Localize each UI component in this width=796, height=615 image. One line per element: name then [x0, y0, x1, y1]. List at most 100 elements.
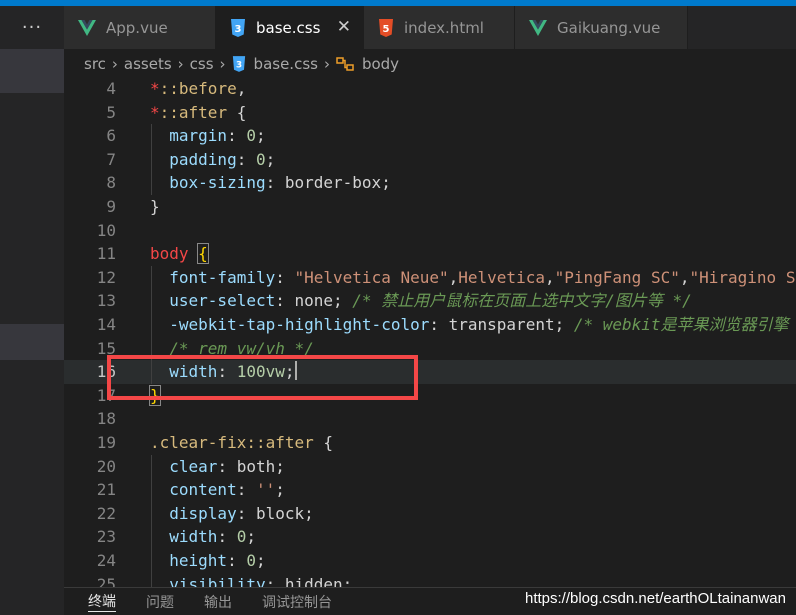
code-token: '' [255, 480, 276, 500]
code-token: : [265, 574, 285, 587]
code-line[interactable]: 19 .clear-fix::after { [64, 431, 796, 455]
code-line[interactable]: 10 [64, 219, 796, 243]
line-number: 23 [96, 527, 116, 547]
activity-bar [0, 6, 64, 615]
code-token: : [227, 126, 247, 146]
code-token: visibility [169, 574, 266, 587]
code-token: ::before [159, 79, 237, 98]
code-text: .clear-fix::after { [150, 431, 333, 455]
line-number: 14 [96, 315, 116, 334]
code-token: ; [275, 480, 285, 500]
code-token: , [448, 267, 459, 287]
line-number: 20 [96, 456, 116, 476]
html-icon: 5 [378, 18, 394, 37]
code-line[interactable]: 17} [64, 384, 796, 408]
editor-tab-bar: ··· App.vue 3 base.css ✕ 5 index.html Ga… [0, 6, 796, 49]
code-editor[interactable]: 4 *::before, 5 *::after {6 margin: 0; 7 padd… [64, 79, 796, 587]
svg-text:3: 3 [236, 61, 242, 71]
vue-icon [529, 19, 547, 36]
panel-tab-output[interactable]: 输出 [204, 592, 232, 612]
code-line[interactable]: 21 content: ''; [64, 478, 796, 502]
code-token: .clear-fix::after [150, 433, 314, 452]
code-text: } [149, 384, 161, 408]
panel-tab-debug-console[interactable]: 调试控制台 [262, 592, 332, 612]
code-line[interactable]: 5 *::after { [64, 101, 796, 125]
code-line[interactable]: 22 display: block; [64, 502, 796, 526]
symbol-class-icon [336, 56, 354, 72]
code-line[interactable]: 15 /* rem vw/vh */ [64, 337, 796, 361]
breadcrumb-item-file[interactable]: base.css [254, 55, 318, 73]
code-token: width [169, 527, 218, 547]
code-line[interactable]: 4 *::before, [64, 79, 796, 101]
tab-base-css[interactable]: 3 base.css ✕ [216, 6, 364, 49]
tab-app-vue[interactable]: App.vue [64, 6, 216, 49]
code-token: : [217, 456, 237, 476]
code-line[interactable]: 14 -webkit-tap-highlight-color: transpar… [64, 313, 796, 337]
code-token: ; [554, 315, 574, 334]
code-text: visibility: hidden; [150, 573, 352, 587]
activity-item-selected[interactable] [0, 49, 64, 93]
code-line[interactable]: 20 clear: both; [64, 455, 796, 479]
code-text: -webkit-tap-highlight-color: transparent… [150, 313, 788, 337]
code-line[interactable]: 7 padding: 0; [64, 148, 796, 172]
code-line[interactable]: 25 visibility: hidden; [64, 573, 796, 587]
code-line[interactable]: 18 [64, 407, 796, 431]
code-token: ; [275, 456, 285, 476]
activity-item-hover[interactable] [0, 324, 64, 360]
more-actions-button[interactable]: ··· [0, 6, 64, 49]
code-token: height [169, 551, 228, 570]
code-line[interactable]: 12 font-family: "Helvetica Neue",Helveti… [64, 266, 796, 290]
text-cursor [294, 361, 297, 381]
code-line[interactable]: 9} [64, 195, 796, 219]
code-token: none [294, 291, 334, 311]
vue-icon [78, 19, 96, 36]
breadcrumb-item-src[interactable]: src [84, 55, 106, 73]
code-line[interactable]: 23 width: 0; [64, 525, 796, 549]
code-token: ; [304, 503, 314, 523]
line-number: 5 [106, 102, 116, 122]
breadcrumb-item-assets[interactable]: assets [124, 55, 172, 73]
line-number: 16 [96, 362, 116, 382]
code-token: "Hiragino Sa [689, 267, 796, 287]
code-text: content: ''; [150, 478, 285, 502]
line-number: 6 [106, 126, 116, 146]
line-number: 18 [96, 409, 116, 429]
code-line[interactable]: 8 box-sizing: border-box; [64, 171, 796, 195]
line-number: 10 [96, 220, 116, 240]
code-text: box-sizing: border-box; [150, 171, 391, 195]
indent-guide [151, 265, 152, 384]
tab-gaikuang-vue[interactable]: Gaikuang.vue [515, 6, 688, 49]
line-number: 9 [106, 197, 116, 216]
chevron-right-icon: › [323, 55, 330, 73]
breadcrumb-item-symbol[interactable]: body [362, 55, 399, 73]
code-line[interactable]: 24 height: 0; [64, 549, 796, 573]
code-token: ; [333, 291, 353, 311]
code-line[interactable]: 6 margin: 0; [64, 124, 796, 148]
code-token: 0 [246, 551, 256, 570]
close-icon[interactable]: ✕ [337, 17, 351, 37]
panel-tab-terminal[interactable]: 终端 [88, 591, 116, 612]
panel-tab-problems[interactable]: 问题 [146, 592, 174, 612]
code-token: ; [246, 527, 256, 547]
line-number: 24 [96, 551, 116, 570]
code-line[interactable]: 13 user-select: none; /* 禁止用户鼠标在页面上选中文字/… [64, 289, 796, 313]
code-token: { [197, 243, 209, 265]
code-text: height: 0; [150, 549, 265, 573]
code-token: font-family [169, 267, 276, 287]
code-token: , [236, 79, 247, 98]
code-token: ; [284, 362, 295, 382]
code-line[interactable]: 16 width: 100vw; [64, 360, 796, 384]
tab-label: base.css [256, 18, 321, 37]
line-number: 22 [96, 503, 116, 523]
tab-index-html[interactable]: 5 index.html [364, 6, 515, 49]
breadcrumb-item-css[interactable]: css [190, 55, 214, 73]
code-line[interactable]: 11 body { [64, 242, 796, 266]
code-token: 0 [236, 527, 247, 547]
